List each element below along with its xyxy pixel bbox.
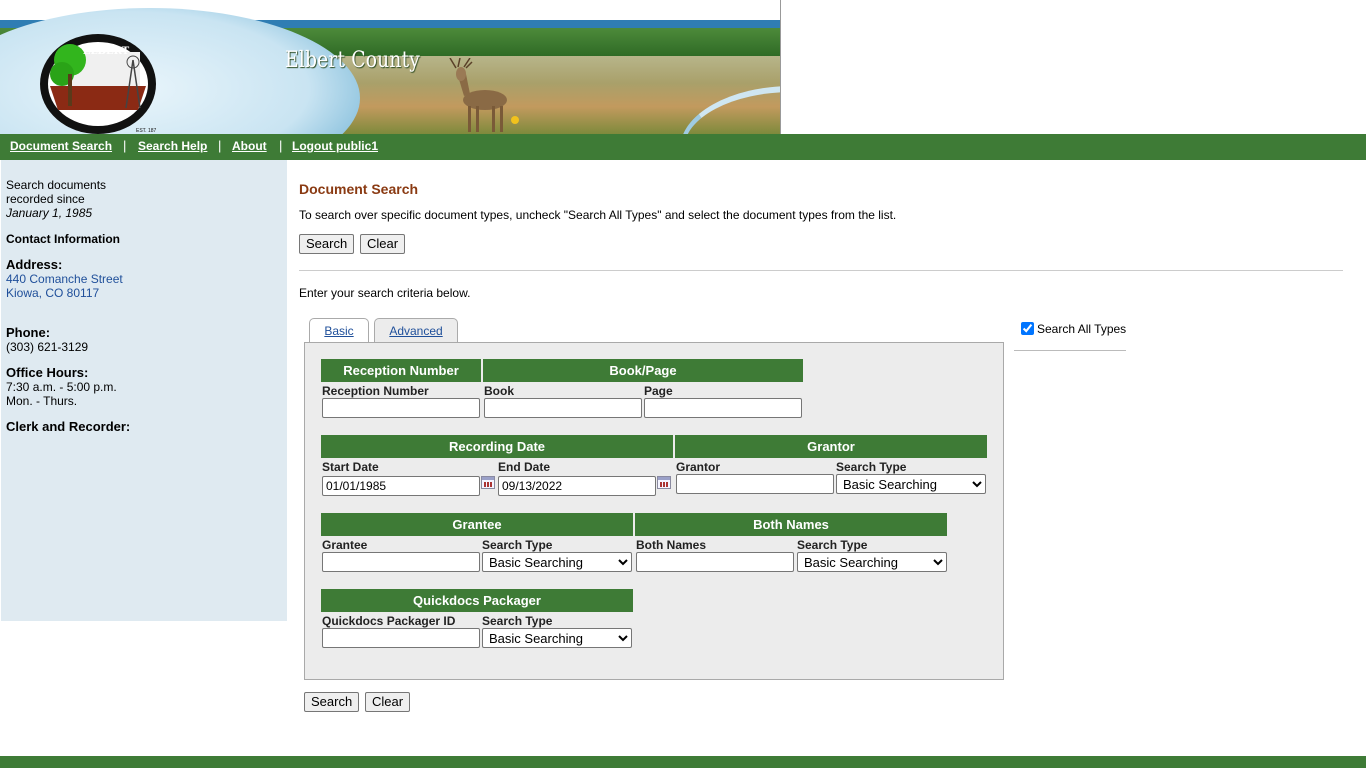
- address-heading: Address:: [6, 257, 63, 272]
- phone-number: (303) 621-3129: [6, 340, 89, 354]
- office-hours-heading: Office Hours:: [6, 365, 89, 380]
- reception-number-header: Reception Number: [321, 359, 481, 382]
- intro-date: January 1, 1985: [6, 206, 93, 220]
- search-button-top[interactable]: Search: [299, 234, 355, 254]
- grantor-label: Grantor: [676, 460, 721, 474]
- both-names-header: Both Names: [635, 513, 947, 536]
- start-date-label: Start Date: [322, 460, 379, 474]
- book-input[interactable]: [484, 398, 642, 418]
- nav-logout-link[interactable]: Logout public1: [292, 139, 378, 153]
- both-names-label: Both Names: [636, 538, 707, 552]
- both-names-search-type-select[interactable]: Basic Searching: [797, 552, 947, 572]
- footer-bar: [0, 756, 1366, 768]
- clear-button-bottom[interactable]: Clear: [365, 692, 411, 712]
- quickdocs-search-type-label: Search Type: [482, 614, 553, 628]
- page-input[interactable]: [644, 398, 802, 418]
- grantee-search-type-select[interactable]: Basic Searching: [482, 552, 632, 572]
- clerk-heading: Clerk and Recorder:: [6, 419, 131, 434]
- top-nav-bar: Document Search | Search Help | About | …: [0, 134, 1366, 160]
- header-banner: Elbert County ELBERT COUNTY EST. 1874: [0, 0, 781, 134]
- both-names-input[interactable]: [636, 552, 794, 572]
- svg-text:COUNTY: COUNTY: [73, 112, 120, 123]
- search-all-types-label[interactable]: Search All Types: [1037, 322, 1126, 336]
- nav-separator: |: [279, 138, 283, 153]
- office-hours-days: Mon. - Thurs.: [6, 394, 78, 408]
- intro-line: recorded since: [6, 192, 85, 206]
- search-all-types-checkbox[interactable]: [1021, 322, 1034, 335]
- page-title: Document Search: [299, 181, 419, 197]
- grantee-label: Grantee: [322, 538, 368, 552]
- divider: [299, 270, 1343, 271]
- grantee-search-type-label: Search Type: [482, 538, 553, 552]
- county-seal-logo: ELBERT COUNTY EST. 1874: [40, 34, 156, 134]
- start-date-calendar-icon[interactable]: [481, 476, 495, 489]
- tab-basic[interactable]: Basic: [309, 318, 369, 343]
- info-sidebar: Search documents recorded since January …: [1, 160, 287, 621]
- search-button-bottom[interactable]: Search: [304, 692, 360, 712]
- nav-search-help-link[interactable]: Search Help: [138, 139, 207, 153]
- end-date-input[interactable]: [498, 476, 656, 496]
- page-label: Page: [644, 384, 673, 398]
- end-date-calendar-icon[interactable]: [657, 476, 671, 489]
- grantor-header: Grantor: [675, 435, 987, 458]
- intro-line: Search documents: [6, 178, 107, 192]
- search-form-panel: Reception Number Book/Page Reception Num…: [304, 342, 1004, 680]
- doc-types-divider: [1014, 350, 1126, 351]
- grantor-search-type-select[interactable]: Basic Searching: [836, 474, 986, 494]
- book-label: Book: [484, 384, 514, 398]
- office-hours-time: 7:30 a.m. - 5:00 p.m.: [6, 380, 117, 394]
- grantor-search-type-label: Search Type: [836, 460, 907, 474]
- clear-button-top[interactable]: Clear: [360, 234, 406, 254]
- grantee-header: Grantee: [321, 513, 633, 536]
- tab-advanced[interactable]: Advanced: [374, 318, 458, 343]
- both-names-search-type-label: Search Type: [797, 538, 868, 552]
- reception-number-label: Reception Number: [322, 384, 429, 398]
- reception-number-input[interactable]: [322, 398, 480, 418]
- phone-heading: Phone:: [6, 325, 51, 340]
- page-description: To search over specific document types, …: [299, 208, 897, 222]
- nav-about-link[interactable]: About: [232, 139, 267, 153]
- deer-image: [449, 58, 519, 132]
- quickdocs-search-type-select[interactable]: Basic Searching: [482, 628, 632, 648]
- quickdocs-packager-id-input[interactable]: [322, 628, 480, 648]
- recording-date-header: Recording Date: [321, 435, 673, 458]
- grantor-input[interactable]: [676, 474, 834, 494]
- nav-document-search-link[interactable]: Document Search: [10, 139, 112, 153]
- nav-separator: |: [123, 138, 127, 153]
- book-page-header: Book/Page: [483, 359, 803, 382]
- start-date-input[interactable]: [322, 476, 480, 496]
- grantee-input[interactable]: [322, 552, 480, 572]
- address-street-link[interactable]: 440 Comanche Street: [6, 272, 123, 286]
- quickdocs-packager-header: Quickdocs Packager: [321, 589, 633, 612]
- county-title: Elbert County: [285, 48, 421, 73]
- criteria-instructions: Enter your search criteria below.: [299, 286, 471, 300]
- nav-separator: |: [218, 138, 222, 153]
- end-date-label: End Date: [498, 460, 551, 474]
- quickdocs-packager-id-label: Quickdocs Packager ID: [322, 614, 456, 628]
- address-city-link[interactable]: Kiowa, CO 80117: [6, 286, 99, 300]
- svg-text:ELBERT: ELBERT: [83, 46, 130, 57]
- contact-heading: Contact Information: [6, 232, 120, 246]
